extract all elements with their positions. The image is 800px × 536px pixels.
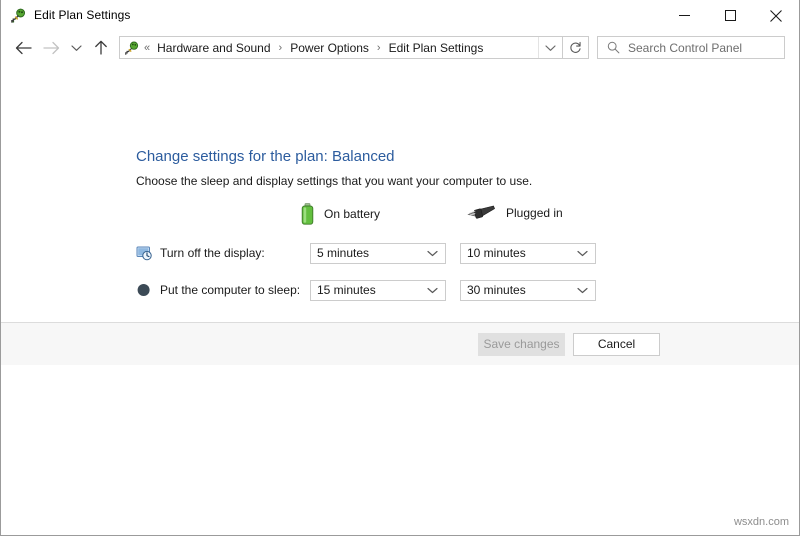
empty-area xyxy=(1,365,799,534)
page-subtitle: Choose the sleep and display settings th… xyxy=(136,174,532,188)
window-controls xyxy=(661,0,799,31)
power-plug-icon xyxy=(466,203,496,223)
breadcrumb: « Hardware and Sound › Power Options › E… xyxy=(144,40,538,56)
address-bar[interactable]: « Hardware and Sound › Power Options › E… xyxy=(119,36,563,59)
window-title: Edit Plan Settings xyxy=(34,8,131,22)
setting-row-put-computer-to-sleep: Put the computer to sleep: 15 minutes 30… xyxy=(136,279,596,301)
chevron-down-icon xyxy=(427,250,438,257)
dropdown-value: 15 minutes xyxy=(317,283,376,297)
moon-sleep-icon xyxy=(136,282,152,298)
search-placeholder: Search Control Panel xyxy=(628,41,742,55)
forward-button[interactable] xyxy=(37,34,65,62)
arrow-left-icon xyxy=(15,41,32,55)
setting-label: Put the computer to sleep: xyxy=(160,283,310,297)
chevron-down-icon xyxy=(577,287,588,294)
dropdown-sleep-on-battery[interactable]: 15 minutes xyxy=(310,280,446,301)
dropdown-sleep-plugged-in[interactable]: 30 minutes xyxy=(460,280,596,301)
content-area: Change settings for the plan: Balanced C… xyxy=(1,64,799,354)
dropdown-display-plugged-in[interactable]: 10 minutes xyxy=(460,243,596,264)
maximize-button[interactable] xyxy=(707,0,753,31)
breadcrumb-separator[interactable]: › xyxy=(279,42,283,54)
chevron-down-icon xyxy=(427,287,438,294)
dropdown-display-on-battery[interactable]: 5 minutes xyxy=(310,243,446,264)
footer-bar: Save changes Cancel xyxy=(1,323,799,365)
save-changes-button[interactable]: Save changes xyxy=(478,333,565,356)
refresh-icon xyxy=(569,41,582,54)
close-button[interactable] xyxy=(753,0,799,31)
dropdown-value: 5 minutes xyxy=(317,246,369,260)
power-plug-icon xyxy=(124,40,140,56)
column-label: On battery xyxy=(324,207,380,221)
breadcrumb-item-edit-plan-settings[interactable]: Edit Plan Settings xyxy=(387,40,486,56)
breadcrumb-item-hardware-and-sound[interactable]: Hardware and Sound xyxy=(155,40,272,56)
search-input[interactable]: Search Control Panel xyxy=(597,36,785,59)
dropdown-value: 30 minutes xyxy=(467,283,526,297)
column-header-on-battery: On battery xyxy=(301,203,380,225)
edit-plan-settings-window: Edit Plan Settings xyxy=(0,0,800,536)
column-header-plugged-in: Plugged in xyxy=(466,203,563,223)
arrow-right-icon xyxy=(43,41,60,55)
page-title: Change settings for the plan: Balanced xyxy=(136,148,395,165)
minimize-button[interactable] xyxy=(661,0,707,31)
setting-row-turn-off-display: Turn off the display: 5 minutes 10 minut… xyxy=(136,242,596,264)
setting-label: Turn off the display: xyxy=(160,246,310,260)
recent-locations-button[interactable] xyxy=(65,34,87,62)
breadcrumb-overflow[interactable]: « xyxy=(144,42,150,54)
power-plug-icon xyxy=(10,7,27,24)
chevron-down-icon xyxy=(577,250,588,257)
display-monitor-icon xyxy=(136,245,152,261)
chevron-down-icon xyxy=(545,44,556,52)
watermark: wsxdn.com xyxy=(734,516,789,528)
battery-icon xyxy=(301,203,314,225)
breadcrumb-item-power-options[interactable]: Power Options xyxy=(288,40,371,56)
breadcrumb-separator[interactable]: › xyxy=(377,42,381,54)
navigation-bar: « Hardware and Sound › Power Options › E… xyxy=(1,31,799,64)
arrow-up-icon xyxy=(94,40,108,55)
up-button[interactable] xyxy=(87,34,115,62)
back-button[interactable] xyxy=(9,34,37,62)
title-bar: Edit Plan Settings xyxy=(1,0,799,31)
refresh-button[interactable] xyxy=(563,36,589,59)
chevron-down-icon xyxy=(71,44,82,52)
search-icon xyxy=(607,41,620,54)
dropdown-value: 10 minutes xyxy=(467,246,526,260)
cancel-button[interactable]: Cancel xyxy=(573,333,660,356)
column-headers: On battery Plugged in xyxy=(136,203,666,225)
column-label: Plugged in xyxy=(506,206,563,220)
address-dropdown-button[interactable] xyxy=(538,37,562,58)
